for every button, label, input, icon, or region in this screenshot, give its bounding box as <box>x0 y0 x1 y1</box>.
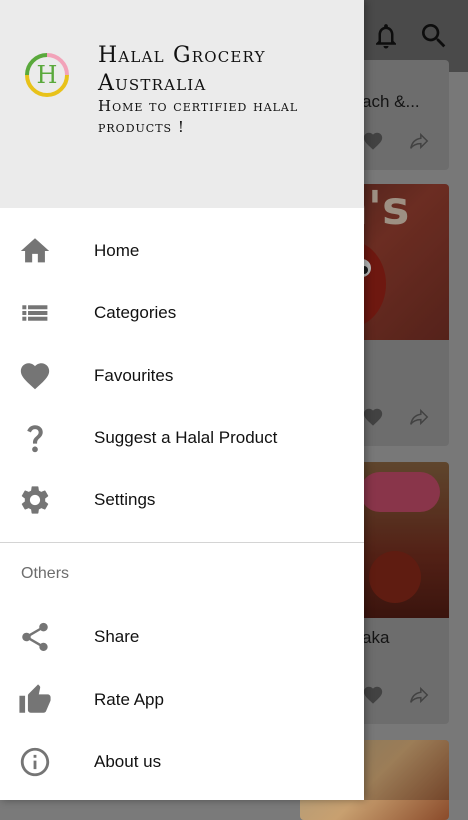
menu-item-label: Share <box>94 627 140 646</box>
menu-item-settings[interactable]: Settings <box>0 469 364 531</box>
gear-icon <box>18 483 52 517</box>
menu-item-rate-app[interactable]: Rate App <box>0 669 364 731</box>
others-section-title: Others <box>21 565 70 582</box>
menu-item-home[interactable]: Home <box>0 220 364 282</box>
menu-item-suggest-product[interactable]: Suggest a Halal Product <box>0 407 364 469</box>
navigation-drawer: H Halal Grocery Australia Home to certif… <box>0 0 364 800</box>
thumbs-up-icon <box>18 683 52 717</box>
menu-divider <box>0 542 364 543</box>
info-icon <box>18 745 52 779</box>
app-subtitle: Home to certified halal products ! <box>98 97 299 136</box>
menu-item-label: About us <box>94 752 162 771</box>
menu-item-categories[interactable]: Categories <box>0 282 364 344</box>
logo-letter: H <box>37 61 58 89</box>
app-logo: H <box>24 52 70 98</box>
home-icon <box>18 234 52 268</box>
menu-item-label: Home <box>94 241 140 260</box>
share-icon <box>18 620 52 654</box>
drawer-header: H Halal Grocery Australia Home to certif… <box>0 0 364 208</box>
menu-item-favourites[interactable]: Favourites <box>0 345 364 407</box>
menu-item-label: Categories <box>94 303 177 322</box>
menu-item-share[interactable]: Share <box>0 606 364 668</box>
app-title: Halal Grocery Australia <box>98 43 266 96</box>
menu-item-label: Settings <box>94 490 156 509</box>
menu-item-label: Rate App <box>94 690 164 709</box>
help-icon <box>18 421 52 455</box>
list-icon <box>18 296 52 330</box>
menu-item-label: Favourites <box>94 366 174 385</box>
menu-item-label: Suggest a Halal Product <box>94 428 278 447</box>
menu-item-about-us[interactable]: About us <box>0 731 364 793</box>
heart-icon <box>18 359 52 393</box>
